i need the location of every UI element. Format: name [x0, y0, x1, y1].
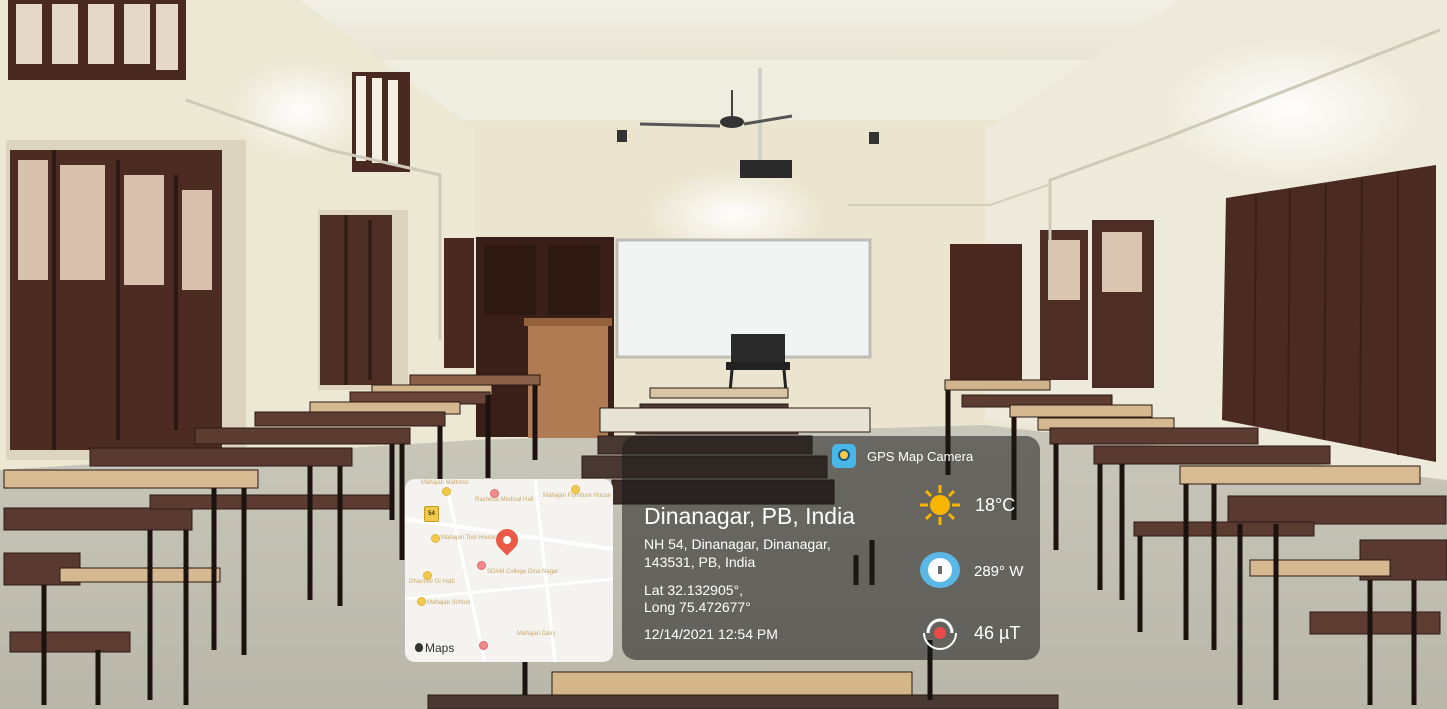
map-label-5: SDAM College Dina Nagar: [487, 569, 559, 575]
compass-icon: [920, 552, 960, 588]
highway-shield: 54: [424, 506, 439, 522]
mini-map: 54 Mahajan Mattress Rasheda Medical Hall…: [405, 479, 613, 662]
map-label-2: Rasheda Medical Hall: [475, 497, 534, 503]
map-attribution: Maps: [425, 641, 455, 655]
map-label-3: Mahajan Furniture House: [543, 493, 611, 499]
longitude: Long 75.472677°: [644, 599, 751, 615]
address-line-1: NH 54, Dinanagar, Dinanagar,: [644, 536, 831, 552]
apple-icon: [415, 643, 423, 652]
temperature: 18°C: [975, 495, 1016, 515]
app-name: GPS Map Camera: [867, 449, 974, 464]
location-title: Dinanagar, PB, India: [644, 503, 855, 529]
map-camera-icon: [832, 444, 856, 468]
map-label-4: Mahajan Tool House: [441, 535, 496, 541]
latitude: Lat 32.132905°,: [644, 582, 744, 598]
date-time: 12/14/2021 12:54 PM: [644, 626, 778, 642]
map-label-7: Mahajan School: [427, 600, 471, 606]
compass-heading: 289° W: [974, 563, 1024, 580]
map-label-6: Dharmvir Di Hatti: [409, 579, 455, 585]
magnet-icon: [923, 618, 957, 650]
map-label-1: Mahajan Mattress: [421, 480, 469, 486]
sun-icon: [920, 485, 960, 525]
map-label-8: Mahajan Dairy: [517, 631, 556, 637]
gps-stamp-overlay: GPS Map Camera 54 Mahajan Mattress Rashe…: [0, 0, 1447, 709]
address-line-2: 143531, PB, India: [644, 554, 756, 570]
magnetic-field: 46 µT: [974, 623, 1021, 643]
